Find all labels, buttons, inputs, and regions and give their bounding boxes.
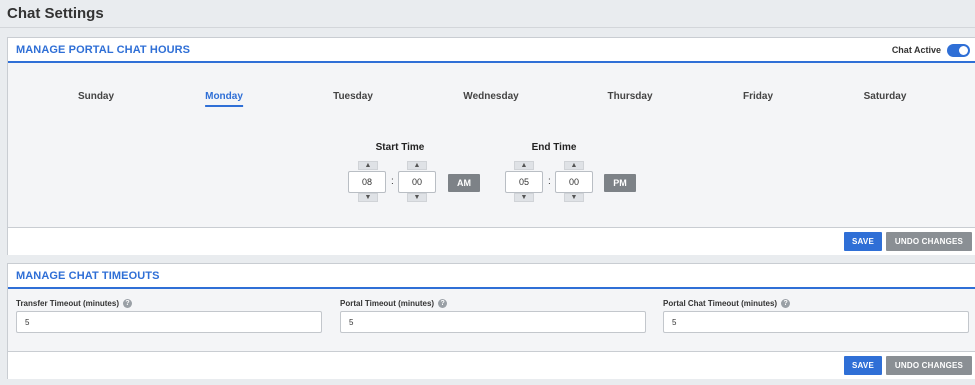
chevron-up-icon: ▲ <box>570 162 578 169</box>
chat-hours-footer: SAVE UNDO CHANGES <box>8 227 975 255</box>
chat-timeouts-footer: SAVE UNDO CHANGES <box>8 351 975 379</box>
tab-saturday[interactable]: Saturday <box>864 91 907 102</box>
question-circle-icon[interactable]: ? <box>781 299 791 308</box>
hours-undo-button[interactable]: UNDO CHANGES <box>886 232 972 251</box>
end-time-label: End Time <box>531 142 577 153</box>
end-minute-down[interactable]: ▼ <box>564 193 584 202</box>
chat-timeouts-panel: MANAGE CHAT TIMEOUTS Transfer Timeout (m… <box>7 263 975 379</box>
portal-chat-timeout-label: Portal Chat Timeout (minutes) ? <box>663 299 791 308</box>
start-minute-down[interactable]: ▼ <box>407 193 427 202</box>
chevron-up-icon: ▲ <box>364 162 372 169</box>
start-time-label: Start Time <box>375 142 425 153</box>
day-tabs: Sunday Monday Tuesday Wednesday Thursday… <box>8 91 975 111</box>
chevron-up-icon: ▲ <box>520 162 528 169</box>
end-time-colon: : <box>548 176 551 187</box>
tab-wednesday[interactable]: Wednesday <box>463 91 518 102</box>
chat-active-control: Chat Active <box>892 43 970 57</box>
transfer-timeout-input[interactable]: 5 <box>16 311 322 333</box>
chat-active-toggle[interactable] <box>947 43 970 57</box>
portal-chat-timeout-label-text: Portal Chat Timeout (minutes) <box>663 299 778 308</box>
end-minute-input[interactable]: 00 <box>555 171 593 193</box>
chat-hours-title: MANAGE PORTAL CHAT HOURS <box>16 44 191 56</box>
chat-timeouts-header: MANAGE CHAT TIMEOUTS <box>8 264 975 289</box>
end-minute-up[interactable]: ▲ <box>564 161 584 170</box>
transfer-timeout-label: Transfer Timeout (minutes) ? <box>16 299 132 308</box>
timeouts-save-button[interactable]: SAVE <box>844 356 882 375</box>
hours-save-button[interactable]: SAVE <box>844 232 882 251</box>
chat-timeouts-title: MANAGE CHAT TIMEOUTS <box>16 270 160 282</box>
start-hour-down[interactable]: ▼ <box>358 193 378 202</box>
tab-tuesday[interactable]: Tuesday <box>333 91 373 102</box>
question-circle-icon[interactable]: ? <box>438 299 448 308</box>
transfer-timeout-label-text: Transfer Timeout (minutes) <box>16 299 119 308</box>
portal-timeout-label-text: Portal Timeout (minutes) <box>340 299 435 308</box>
tab-thursday[interactable]: Thursday <box>607 91 652 102</box>
end-hour-up[interactable]: ▲ <box>514 161 534 170</box>
toggle-knob <box>959 45 968 55</box>
timeouts-undo-button[interactable]: UNDO CHANGES <box>886 356 972 375</box>
portal-chat-timeout-input[interactable]: 5 <box>663 311 969 333</box>
chevron-down-icon: ▼ <box>520 194 528 201</box>
end-hour-down[interactable]: ▼ <box>514 193 534 202</box>
start-minute-input[interactable]: 00 <box>398 171 436 193</box>
chat-active-label: Chat Active <box>891 45 941 55</box>
tab-sunday[interactable]: Sunday <box>78 91 114 102</box>
tab-monday[interactable]: Monday <box>205 91 243 107</box>
portal-timeout-label: Portal Timeout (minutes) ? <box>340 299 448 308</box>
start-minute-up[interactable]: ▲ <box>407 161 427 170</box>
start-hour-up[interactable]: ▲ <box>358 161 378 170</box>
question-circle-icon[interactable]: ? <box>122 299 132 308</box>
page-title: Chat Settings <box>7 5 104 22</box>
start-ampm-button[interactable]: AM <box>448 174 480 192</box>
end-ampm-button[interactable]: PM <box>604 174 636 192</box>
chat-hours-panel: MANAGE PORTAL CHAT HOURS Chat Active Sun… <box>7 37 975 255</box>
chevron-up-icon: ▲ <box>413 162 421 169</box>
start-hour-input[interactable]: 08 <box>348 171 386 193</box>
chevron-down-icon: ▼ <box>364 194 372 201</box>
end-hour-input[interactable]: 05 <box>505 171 543 193</box>
title-divider <box>0 27 975 28</box>
chat-hours-header: MANAGE PORTAL CHAT HOURS Chat Active <box>8 38 975 63</box>
portal-timeout-input[interactable]: 5 <box>340 311 646 333</box>
chevron-down-icon: ▼ <box>413 194 421 201</box>
tab-friday[interactable]: Friday <box>743 91 773 102</box>
start-time-colon: : <box>391 176 394 187</box>
chevron-down-icon: ▼ <box>570 194 578 201</box>
